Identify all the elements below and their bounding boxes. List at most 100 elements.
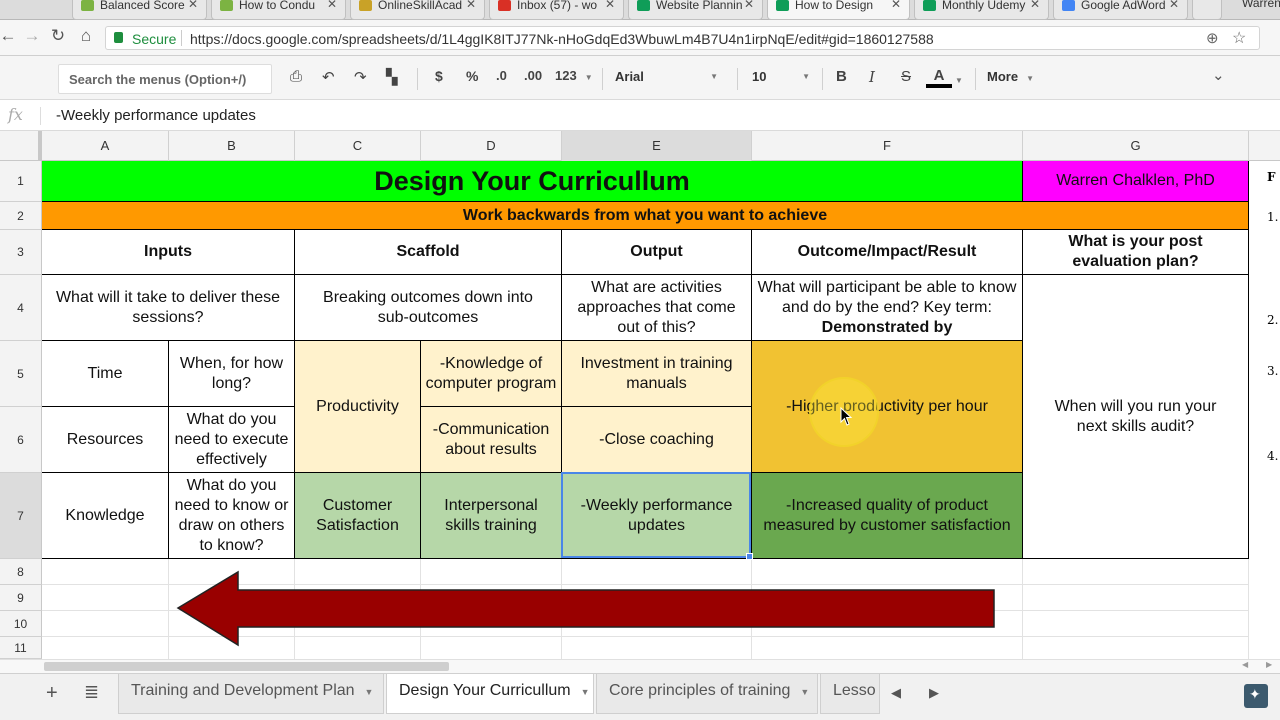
browser-tab[interactable]: Balanced Score ✕: [72, 0, 207, 20]
training-manuals-cell[interactable]: Investment in training manuals: [562, 341, 752, 407]
row-header-1[interactable]: 1: [0, 161, 42, 202]
header-scaffold-cell[interactable]: Scaffold: [295, 230, 562, 275]
undo-icon[interactable]: ↶: [322, 68, 335, 86]
reload-icon[interactable]: ↻: [46, 26, 70, 46]
browser-tab[interactable]: Google AdWord ✕: [1053, 0, 1188, 20]
column-header-f[interactable]: F: [752, 131, 1023, 161]
forward-icon[interactable]: →: [20, 26, 44, 46]
close-tab-icon[interactable]: ✕: [327, 0, 337, 10]
communication-cell[interactable]: -Communication about results: [421, 407, 562, 473]
header-outcome-cell[interactable]: Outcome/Impact/Result: [752, 230, 1023, 275]
new-tab-button[interactable]: [1192, 0, 1222, 20]
column-header-d[interactable]: D: [421, 131, 562, 161]
browser-tab[interactable]: How to Condu ✕: [211, 0, 346, 20]
bookmark-star-icon[interactable]: ☆: [1232, 28, 1246, 48]
font-size-select[interactable]: 10 ▼: [752, 69, 810, 84]
url-field[interactable]: Secure https://docs.google.com/spreadshe…: [105, 26, 1260, 50]
scaffold-question-cell[interactable]: Breaking outcomes down into sub-outcomes: [295, 275, 562, 341]
browser-tab[interactable]: Monthly Udemy ✕: [914, 0, 1049, 20]
all-sheets-icon[interactable]: ≣: [84, 682, 99, 703]
browser-tab[interactable]: Website Plannin ✕: [628, 0, 763, 20]
chevron-down-icon[interactable]: ▼: [955, 76, 963, 85]
fill-handle[interactable]: [746, 553, 753, 560]
higher-productivity-cell[interactable]: -Higher productivity per hour: [752, 341, 1023, 473]
row-header-2[interactable]: 2: [0, 202, 42, 230]
close-tab-icon[interactable]: ✕: [605, 0, 615, 10]
knowledge-computer-cell[interactable]: -Knowledge of computer program: [421, 341, 562, 407]
author-cell[interactable]: Warren Chalklen, PhD: [1023, 161, 1249, 202]
browser-tab[interactable]: OnlineSkillAcad ✕: [350, 0, 485, 20]
sheet-tab[interactable]: Training and Development Plan ▼: [118, 674, 384, 714]
time-cell[interactable]: Time: [42, 341, 169, 407]
knowledge-question-cell[interactable]: What do you need to know or draw on othe…: [169, 473, 295, 559]
resources-cell[interactable]: Resources: [42, 407, 169, 473]
horizontal-scrollbar[interactable]: ◀ ▶: [0, 659, 1280, 673]
customer-satisfaction-cell[interactable]: Customer Satisfaction: [295, 473, 421, 559]
skills-audit-cell[interactable]: When will you run your next skills audit…: [1023, 275, 1249, 559]
subtitle-cell[interactable]: Work backwards from what you want to ach…: [42, 202, 1249, 230]
bold-button[interactable]: B: [836, 68, 847, 85]
close-tab-icon[interactable]: ✕: [1169, 0, 1179, 10]
url-text[interactable]: https://docs.google.com/spreadsheets/d/1…: [190, 31, 934, 47]
percent-format-button[interactable]: %: [466, 68, 478, 84]
outcome-question-cell[interactable]: What will participant be able to know an…: [752, 275, 1023, 341]
row-header-7[interactable]: 7: [0, 473, 42, 559]
row-header-11[interactable]: 11: [0, 637, 42, 659]
sheet-tab[interactable]: Lesso: [820, 674, 880, 714]
profile-name[interactable]: Warren: [1242, 0, 1280, 10]
inputs-question-cell[interactable]: What will it take to deliver these sessi…: [42, 275, 295, 341]
header-inputs-cell[interactable]: Inputs: [42, 230, 295, 275]
knowledge-cell[interactable]: Knowledge: [42, 473, 169, 559]
sheet-tab[interactable]: Core principles of training ▼: [596, 674, 818, 714]
row-header-9[interactable]: 9: [0, 585, 42, 611]
redo-icon[interactable]: ↷: [354, 68, 367, 86]
browser-tab-active[interactable]: How to Design ✕: [767, 0, 910, 20]
print-icon[interactable]: ⎙: [290, 68, 302, 85]
text-color-button[interactable]: A: [926, 68, 952, 88]
increased-quality-cell[interactable]: -Increased quality of product measured b…: [752, 473, 1023, 559]
scroll-tabs-right-icon[interactable]: ▶: [929, 685, 939, 701]
scroll-tabs-left-icon[interactable]: ◀: [891, 685, 901, 701]
explore-button[interactable]: ✦: [1244, 684, 1268, 708]
title-cell[interactable]: Design Your Curricullum: [42, 161, 1023, 202]
left-arrow-shape[interactable]: [172, 568, 1000, 650]
row-header-10[interactable]: 10: [0, 611, 42, 637]
column-header-b[interactable]: B: [169, 131, 295, 161]
browser-tab[interactable]: Inbox (57) - wo ✕: [489, 0, 624, 20]
row-header-6[interactable]: 6: [0, 407, 42, 473]
time-question-cell[interactable]: When, for how long?: [169, 341, 295, 407]
close-tab-icon[interactable]: ✕: [1030, 0, 1040, 10]
row-header-5[interactable]: 5: [0, 341, 42, 407]
sheet-tab-active[interactable]: Design Your Curricullum ▼: [386, 674, 594, 714]
currency-format-button[interactable]: $: [435, 68, 443, 84]
select-all-corner[interactable]: [0, 131, 42, 161]
italic-button[interactable]: I: [869, 68, 875, 86]
more-button[interactable]: More ▼: [987, 69, 1034, 84]
row-header-3[interactable]: 3: [0, 230, 42, 275]
close-tab-icon[interactable]: ✕: [466, 0, 476, 10]
more-formats-button[interactable]: 123 ▼: [555, 68, 593, 83]
header-output-cell[interactable]: Output: [562, 230, 752, 275]
column-header-e[interactable]: E: [562, 131, 752, 161]
decrease-decimal-button[interactable]: .0: [496, 68, 507, 83]
scrollbar-thumb[interactable]: [44, 662, 449, 671]
font-family-select[interactable]: Arial ▼: [615, 69, 720, 84]
paint-format-icon[interactable]: ▚: [386, 68, 398, 86]
close-coaching-cell[interactable]: -Close coaching: [562, 407, 752, 473]
interpersonal-skills-cell[interactable]: Interpersonal skills training: [421, 473, 562, 559]
close-tab-icon[interactable]: ✕: [891, 0, 901, 10]
close-tab-icon[interactable]: ✕: [188, 0, 198, 10]
column-header-c[interactable]: C: [295, 131, 421, 161]
increase-decimal-button[interactable]: .00: [524, 68, 542, 83]
column-header-a[interactable]: A: [42, 131, 169, 161]
scroll-right-icon[interactable]: ▶: [1266, 660, 1272, 669]
row-header-8[interactable]: 8: [0, 559, 42, 585]
resources-question-cell[interactable]: What do you need to execute effectively: [169, 407, 295, 473]
add-sheet-icon[interactable]: +: [46, 682, 58, 705]
back-icon[interactable]: ←: [0, 26, 20, 46]
header-post-eval-cell[interactable]: What is your post evaluation plan?: [1023, 230, 1249, 275]
formula-input[interactable]: -Weekly performance updates: [56, 107, 256, 124]
collapse-toolbar-icon[interactable]: ⌄: [1212, 66, 1225, 84]
home-icon[interactable]: ⌂: [74, 26, 98, 46]
output-question-cell[interactable]: What are activities approaches that come…: [562, 275, 752, 341]
